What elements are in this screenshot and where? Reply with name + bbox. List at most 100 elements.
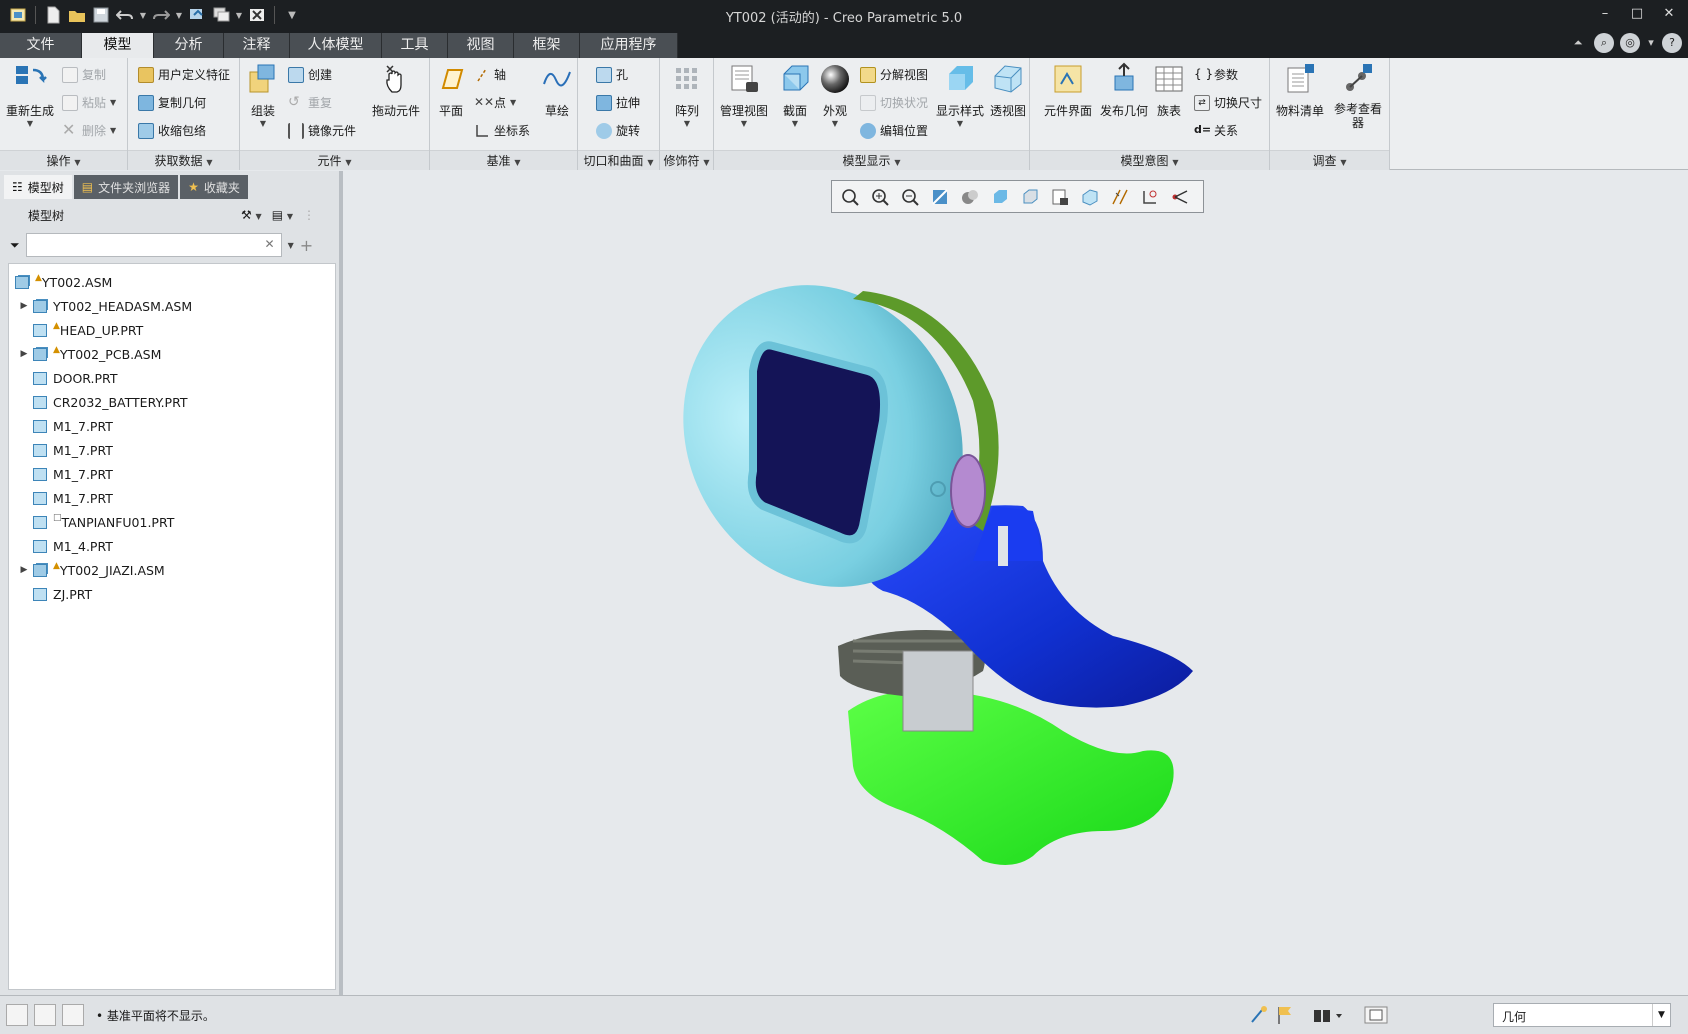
edit-position-button[interactable]: 编辑位置 xyxy=(860,122,928,139)
reference-viewer-button[interactable]: 参考查看器 xyxy=(1332,62,1384,130)
mirror-component-button[interactable]: 镜像元件 xyxy=(288,122,356,139)
close-button[interactable]: ✕ xyxy=(1658,4,1680,24)
tree-node[interactable]: M1_7.PRT xyxy=(9,414,335,438)
toggle-navigator-icon[interactable] xyxy=(6,1004,28,1026)
pattern-button[interactable]: 阵列 ▼ xyxy=(670,62,704,128)
tab-3[interactable]: 注释 xyxy=(224,33,290,58)
tree-settings-icon[interactable]: ⚒ ▼ xyxy=(241,208,262,222)
tab-folder-browser[interactable]: ▤ 文件夹浏览器 xyxy=(73,175,179,199)
manage-views-button[interactable]: 管理视图 ▼ xyxy=(720,62,768,128)
tree-node[interactable]: ▲ HEAD_UP.PRT xyxy=(9,318,335,342)
component-interface-button[interactable]: 元件界面 xyxy=(1044,62,1092,119)
relations-button[interactable]: d= 关系 xyxy=(1194,122,1238,139)
extrude-button[interactable]: 拉伸 xyxy=(596,94,640,111)
toggle-status-button[interactable]: 切换状况 xyxy=(860,94,928,111)
tree-node[interactable]: ▶ ▲ YT002_PCB.ASM xyxy=(9,342,335,366)
assemble-button[interactable]: 组装 ▼ xyxy=(246,62,280,128)
help-icon[interactable]: ? xyxy=(1662,33,1682,53)
group-label-get-data[interactable]: 获取数据 ▼ xyxy=(128,150,239,170)
parameters-button[interactable]: { } 参数 xyxy=(1194,66,1238,83)
shrinkwrap-button[interactable]: 收缩包络 xyxy=(138,122,206,139)
coordinate-system-button[interactable]: 坐标系 xyxy=(474,122,530,139)
udf-button[interactable]: 用户定义特征 xyxy=(138,66,230,83)
tree-node[interactable]: M1_4.PRT xyxy=(9,534,335,558)
regen-status-icon[interactable] xyxy=(1248,1004,1272,1026)
tree-node[interactable]: ZJ.PRT xyxy=(9,582,335,606)
tab-6[interactable]: 视图 xyxy=(448,33,514,58)
bill-of-materials-button[interactable]: 物料清单 xyxy=(1276,62,1324,119)
delete-button[interactable]: ✕ 删除 ▼ xyxy=(62,121,116,139)
tab-4[interactable]: 人体模型 xyxy=(290,33,382,58)
tree-node[interactable]: □ TANPIANFU01.PRT xyxy=(9,510,335,534)
tab-8[interactable]: 应用程序 xyxy=(580,33,678,58)
tab-model-tree[interactable]: ☷ 模型树 xyxy=(4,175,72,199)
expand-arrow-icon[interactable]: ▶ xyxy=(17,565,31,575)
full-screen-icon[interactable] xyxy=(62,1004,84,1026)
find-icon[interactable] xyxy=(1310,1004,1346,1026)
datum-plane-button[interactable]: 平面 xyxy=(434,62,468,119)
group-label-model-display[interactable]: 模型显示 ▼ xyxy=(714,150,1029,170)
expand-arrow-icon[interactable]: ▶ xyxy=(17,301,31,311)
create-button[interactable]: 创建 xyxy=(288,66,332,83)
datum-axis-button[interactable]: 轴 xyxy=(474,66,506,83)
tree-node[interactable]: DOOR.PRT xyxy=(9,366,335,390)
maximize-button[interactable]: □ xyxy=(1626,4,1648,24)
copy-button[interactable]: 复制 xyxy=(62,66,106,83)
tab-5[interactable]: 工具 xyxy=(382,33,448,58)
drag-component-button[interactable]: 拖动元件 xyxy=(372,62,420,119)
group-label-operations[interactable]: 操作 ▼ xyxy=(0,150,127,170)
graphics-window[interactable] xyxy=(343,171,1688,995)
tab-favorites[interactable]: ★ 收藏夹 xyxy=(180,175,248,199)
tab-1[interactable]: 模型 xyxy=(82,33,154,58)
display-style-button[interactable]: 显示样式 ▼ xyxy=(936,62,984,128)
toggle-browser-icon[interactable] xyxy=(34,1004,56,1026)
tab-7[interactable]: 框架 xyxy=(514,33,580,58)
tab-0[interactable]: 文件 xyxy=(0,33,82,58)
collapse-ribbon-icon[interactable]: ⏶ xyxy=(1568,33,1588,53)
regen-flag-icon[interactable] xyxy=(1274,1004,1298,1026)
tree-filter-icon[interactable]: ⋮ xyxy=(303,208,315,222)
selection-filter-dropdown[interactable]: 几何 ▼ xyxy=(1493,1003,1671,1027)
explode-view-button[interactable]: 分解视图 xyxy=(860,66,928,83)
tree-node[interactable]: CR2032_BATTERY.PRT xyxy=(9,390,335,414)
group-label-cut-surface[interactable]: 切口和曲面 ▼ xyxy=(578,150,659,170)
datum-point-button[interactable]: ✕✕ 点 ▼ xyxy=(474,94,516,111)
learning-connector-icon[interactable]: ◎ xyxy=(1620,33,1640,53)
tree-node[interactable]: M1_7.PRT xyxy=(9,486,335,510)
selection-buffer-icon[interactable] xyxy=(1362,1004,1392,1026)
family-table-button[interactable]: 族表 xyxy=(1152,62,1186,119)
group-label-component[interactable]: 元件 ▼ xyxy=(240,150,429,170)
clear-search-icon[interactable]: ✕ xyxy=(265,237,275,251)
show-columns-icon[interactable]: ▤ ▼ xyxy=(272,208,293,222)
search-icon[interactable]: ⌕ xyxy=(1594,33,1614,53)
regenerate-button[interactable]: 重新生成 ▼ xyxy=(6,62,54,128)
minimize-button[interactable]: – xyxy=(1594,4,1616,24)
filter-funnel-icon[interactable]: ⏷ xyxy=(10,238,20,253)
sketch-button[interactable]: 草绘 xyxy=(540,62,574,119)
group-label-model-intent[interactable]: 模型意图 ▼ xyxy=(1030,150,1269,170)
repeat-button[interactable]: ↺ 重复 xyxy=(288,94,332,111)
perspective-button[interactable]: 透视图 xyxy=(990,62,1026,119)
add-column-icon[interactable]: + xyxy=(300,236,313,255)
group-label-investigate[interactable]: 调查 ▼ xyxy=(1270,150,1389,170)
appearance-button[interactable]: 外观 ▼ xyxy=(818,62,852,128)
3d-model-yt002[interactable] xyxy=(343,171,1688,995)
tree-node[interactable]: ▶ ▲ YT002_JIAZI.ASM xyxy=(9,558,335,582)
section-button[interactable]: 截面 ▼ xyxy=(778,62,812,128)
group-label-modifiers[interactable]: 修饰符 ▼ xyxy=(660,150,713,170)
copy-geometry-button[interactable]: 复制几何 xyxy=(138,94,206,111)
tree-search-input[interactable]: ✕ xyxy=(25,233,282,257)
learning-dropdown-icon[interactable]: ▾ xyxy=(1646,33,1656,53)
tree-node[interactable]: M1_7.PRT xyxy=(9,462,335,486)
expand-arrow-icon[interactable]: ▶ xyxy=(17,349,31,359)
revolve-button[interactable]: 旋转 xyxy=(596,122,640,139)
group-label-datum[interactable]: 基准 ▼ xyxy=(430,150,577,170)
tree-node[interactable]: M1_7.PRT xyxy=(9,438,335,462)
tree-node[interactable]: ▶ YT002_HEADASM.ASM xyxy=(9,294,335,318)
tab-2[interactable]: 分析 xyxy=(154,33,224,58)
search-options-dropdown-icon[interactable]: ▼ xyxy=(288,241,294,250)
paste-button[interactable]: 粘贴 ▼ xyxy=(62,94,116,111)
publish-geometry-button[interactable]: 发布几何 xyxy=(1100,62,1148,119)
tree-node[interactable]: ▲ YT002.ASM xyxy=(9,270,335,294)
switch-dimensions-button[interactable]: ⇄ 切换尺寸 xyxy=(1194,94,1262,111)
